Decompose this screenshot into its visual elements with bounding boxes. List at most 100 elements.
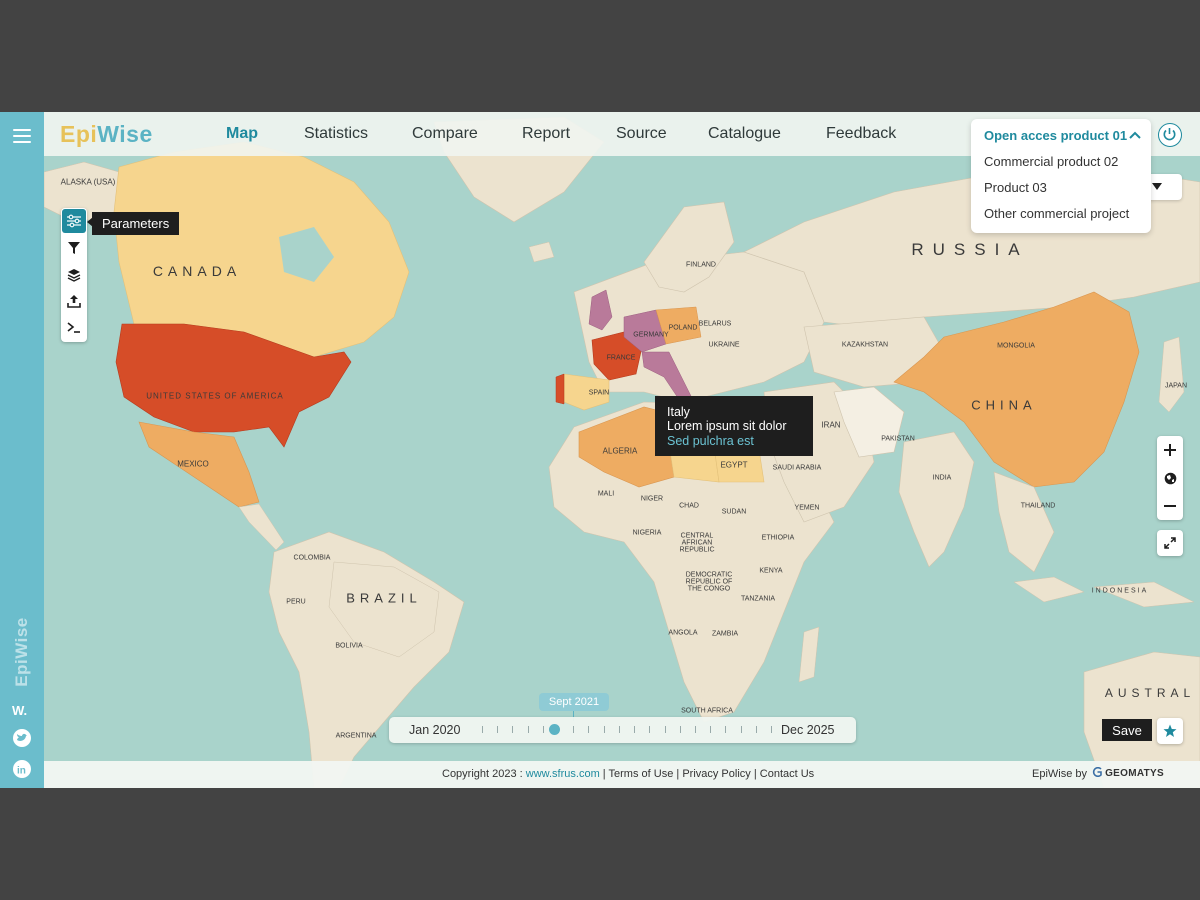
terminal-icon: [67, 322, 80, 333]
fullscreen-button[interactable]: [1157, 530, 1183, 556]
footer-by: EpiWise by: [1032, 768, 1088, 780]
nav-statistics[interactable]: Statistics: [304, 125, 368, 143]
plus-icon: [1164, 444, 1176, 456]
label-belarus: BELARUS: [698, 320, 732, 328]
parameters-tooltip: Parameters: [92, 212, 180, 235]
timeline-tick: [725, 726, 727, 733]
timeline-tick: [634, 726, 636, 733]
label-spain: SPAIN: [588, 389, 610, 397]
label-argentina: ARGENTINA: [335, 732, 377, 740]
save-button[interactable]: [1157, 718, 1183, 744]
layers-icon: [67, 269, 81, 282]
label-ukraine: UKRAINE: [708, 341, 740, 349]
parameters-button[interactable]: [62, 209, 86, 233]
timeline-tick: [542, 726, 544, 733]
power-icon: [1163, 128, 1176, 141]
nav-compare[interactable]: Compare: [412, 125, 478, 143]
globe-button[interactable]: [1157, 465, 1183, 491]
globe-icon: [1164, 472, 1176, 484]
footer-contact-link[interactable]: Contact Us: [760, 768, 814, 780]
minus-icon: [1164, 505, 1176, 507]
label-finland: FINLAND: [686, 261, 716, 269]
upload-button[interactable]: [62, 289, 86, 313]
nav-map[interactable]: Map: [226, 125, 258, 143]
product-selected[interactable]: Open acces product 01: [984, 128, 1127, 143]
label-alaska: ALASKA (USA): [60, 177, 116, 187]
app-window: ALASKA (USA) CANADA RUSSIA CHINA BRAZIL …: [0, 112, 1200, 788]
product-dropdown[interactable]: Open acces product 01 Commercial product…: [971, 119, 1151, 233]
timeline-current-badge: Sept 2021: [539, 693, 609, 711]
label-india: INDIA: [932, 474, 952, 482]
timeline-tick: [694, 726, 696, 733]
footer-site-link[interactable]: www.sfrus.com: [526, 768, 600, 780]
timeline-tick: [664, 726, 666, 733]
nav-feedback[interactable]: Feedback: [826, 125, 896, 143]
product-option-other[interactable]: Other commercial project: [984, 206, 1129, 221]
tooltip-country: Italy: [667, 405, 690, 419]
label-algeria: ALGERIA: [602, 446, 638, 456]
filter-icon: [68, 242, 80, 254]
label-drc: DEMOCRATIC REPUBLIC OF THE CONGO: [685, 571, 733, 593]
left-rail: EpiWise W. in: [0, 112, 44, 788]
timeline-tick: [649, 726, 651, 733]
label-saudi-arabia: SAUDI ARABIA: [772, 464, 822, 472]
footer: Copyright 2023 : www.sfrus.com | Terms o…: [44, 761, 1200, 788]
country-tooltip: Italy Lorem ipsum sit dolor Sed pulchra …: [655, 396, 813, 456]
app-logo[interactable]: EpiWise: [60, 121, 153, 148]
label-germany: GERMANY: [633, 331, 669, 339]
product-option-03[interactable]: Product 03: [984, 180, 1047, 195]
menu-icon[interactable]: [13, 129, 31, 143]
label-russia: RUSSIA: [911, 240, 1029, 259]
zoom-controls: [1157, 436, 1183, 520]
label-mongolia: MONGOLIA: [997, 342, 1035, 350]
timeline-tick: [618, 726, 620, 733]
label-pakistan: PAKISTAN: [881, 435, 915, 443]
caret-down-icon: [1152, 183, 1162, 190]
product-option-02[interactable]: Commercial product 02: [984, 154, 1118, 169]
epiwise-mark-icon[interactable]: W.: [12, 700, 32, 720]
label-tanzania: TANZANIA: [740, 595, 776, 603]
svg-text:in: in: [17, 766, 26, 777]
timeline-slider[interactable]: Jan 2020 Dec 2025: [389, 717, 856, 743]
chevron-up-icon[interactable]: [1128, 129, 1142, 143]
timeline-tick: [679, 726, 681, 733]
nav-catalogue[interactable]: Catalogue: [708, 125, 781, 143]
console-button[interactable]: [62, 315, 86, 339]
footer-privacy-link[interactable]: Privacy Policy: [682, 768, 750, 780]
tooltip-line-3[interactable]: Sed pulchra est: [667, 434, 754, 448]
label-indonesia: INDONESIA: [1091, 587, 1149, 595]
nav-source[interactable]: Source: [616, 125, 667, 143]
timeline-tick: [740, 726, 742, 733]
timeline-handle[interactable]: [549, 724, 561, 735]
upload-icon: [67, 295, 81, 308]
layers-button[interactable]: [62, 263, 86, 287]
label-sudan: SUDAN: [721, 508, 747, 516]
timeline-tick: [573, 726, 575, 733]
zoom-in-button[interactable]: [1157, 437, 1183, 463]
filter-button[interactable]: [62, 236, 86, 260]
label-south-africa: SOUTH AFRICA: [681, 707, 733, 715]
label-japan: JAPAN: [1164, 382, 1188, 390]
label-poland: POLAND: [668, 324, 698, 332]
timeline-end: Dec 2025: [781, 723, 835, 737]
power-button[interactable]: [1158, 123, 1182, 147]
star-icon: [1163, 724, 1177, 737]
svg-text:W.: W.: [12, 703, 27, 718]
footer-terms-link[interactable]: Terms of Use: [609, 768, 674, 780]
timeline-tick: [710, 726, 712, 733]
partner-logo[interactable]: GEOMATYS: [1092, 766, 1164, 779]
zoom-out-button[interactable]: [1157, 493, 1183, 519]
label-colombia: COLOMBIA: [293, 554, 331, 562]
partner-name: GEOMATYS: [1105, 768, 1164, 779]
linkedin-icon[interactable]: in: [12, 759, 32, 779]
nav-report[interactable]: Report: [522, 125, 570, 143]
label-kenya: KENYA: [759, 567, 783, 575]
footer-copyright: Copyright 2023 :: [442, 768, 526, 780]
label-china: CHINA: [971, 397, 1037, 413]
label-ethiopia: ETHIOPIA: [761, 534, 795, 542]
twitter-icon[interactable]: [12, 728, 32, 748]
geomatys-icon: [1092, 766, 1102, 778]
tooltip-line-2: Lorem ipsum sit dolor: [667, 419, 787, 433]
label-nigeria: NIGERIA: [632, 529, 662, 537]
expand-icon: [1164, 537, 1176, 549]
